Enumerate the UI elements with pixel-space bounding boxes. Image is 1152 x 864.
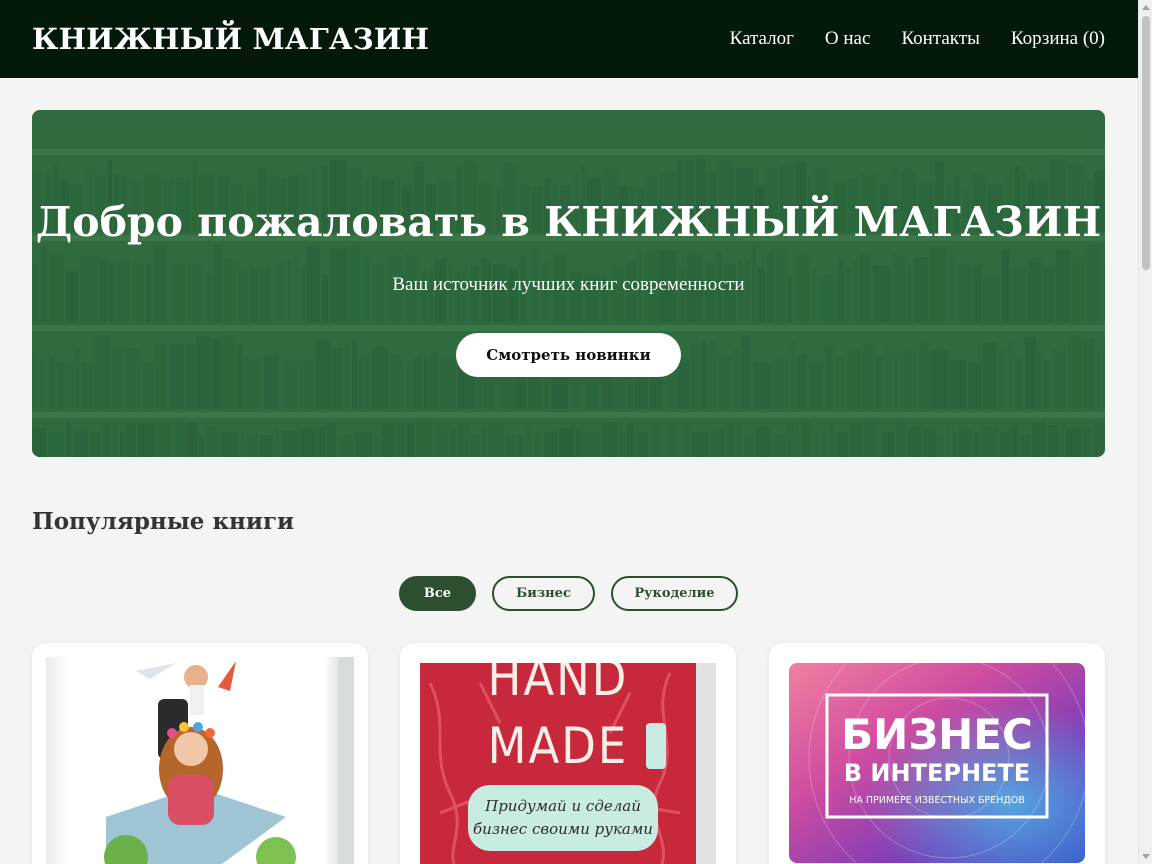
main-nav: Каталог О нас Контакты Корзина (0) <box>730 28 1105 50</box>
page: КНИЖНЫЙ МАГАЗИН Каталог О нас Контакты К… <box>0 0 1138 864</box>
nav-about[interactable]: О нас <box>825 28 871 50</box>
site-header: КНИЖНЫЙ МАГАЗИН Каталог О нас Контакты К… <box>0 0 1138 78</box>
scroll-up-arrow-icon[interactable] <box>1142 5 1150 10</box>
cover-title-line2: MADE <box>488 717 629 775</box>
cover-subtitle-line1: Придумай и сделай <box>484 797 641 815</box>
filter-business[interactable]: Бизнес <box>492 576 595 611</box>
book-cover-image: БИЗНЕС В ИНТЕРНЕТЕ НА ПРИМЕРЕ ИЗВЕСТНЫХ … <box>789 663 1085 864</box>
nav-catalog[interactable]: Каталог <box>730 28 794 50</box>
nav-cart[interactable]: Корзина (0) <box>1011 28 1105 50</box>
cover-title-line1: БИЗНЕС <box>841 710 1033 759</box>
cover-subtitle-line2: бизнес своими руками <box>473 820 653 838</box>
site-logo[interactable]: КНИЖНЫЙ МАГАЗИН <box>32 22 429 56</box>
hero-content: Добро пожаловать в КНИЖНЫЙ МАГАЗИН Ваш и… <box>32 110 1105 457</box>
nav-contacts[interactable]: Контакты <box>901 28 979 50</box>
book-cover-image <box>46 657 354 864</box>
book-cover-image: HAND MADE Придумай и сделай бизнес своим… <box>420 663 716 864</box>
filter-all[interactable]: Все <box>399 576 476 611</box>
book-card[interactable]: HAND MADE Придумай и сделай бизнес своим… <box>400 643 736 864</box>
book-card[interactable] <box>32 643 368 864</box>
scroll-down-arrow-icon[interactable] <box>1142 854 1150 859</box>
scrollbar-thumb[interactable] <box>1142 16 1150 270</box>
cover-subtitle: НА ПРИМЕРЕ ИЗВЕСТНЫХ БРЕНДОВ <box>849 795 1025 806</box>
cover-title-line2: В ИНТЕРНЕТЕ <box>844 759 1030 787</box>
hero-subtitle: Ваш источник лучших книг современности <box>392 274 745 295</box>
hero-title: Добро пожаловать в КНИЖНЫЙ МАГАЗИН <box>35 198 1102 246</box>
popular-books-heading: Популярные книги <box>32 508 295 535</box>
hero-banner: Добро пожаловать в КНИЖНЫЙ МАГАЗИН Ваш и… <box>32 110 1105 457</box>
cover-title-line1: HAND <box>488 663 629 707</box>
vertical-scrollbar[interactable] <box>1138 0 1152 864</box>
filter-handicraft[interactable]: Рукоделие <box>611 576 738 611</box>
book-card[interactable]: БИЗНЕС В ИНТЕРНЕТЕ НА ПРИМЕРЕ ИЗВЕСТНЫХ … <box>769 643 1105 864</box>
view-new-books-button[interactable]: Смотреть новинки <box>456 333 681 377</box>
category-filters: Все Бизнес Рукоделие <box>0 576 1138 611</box>
